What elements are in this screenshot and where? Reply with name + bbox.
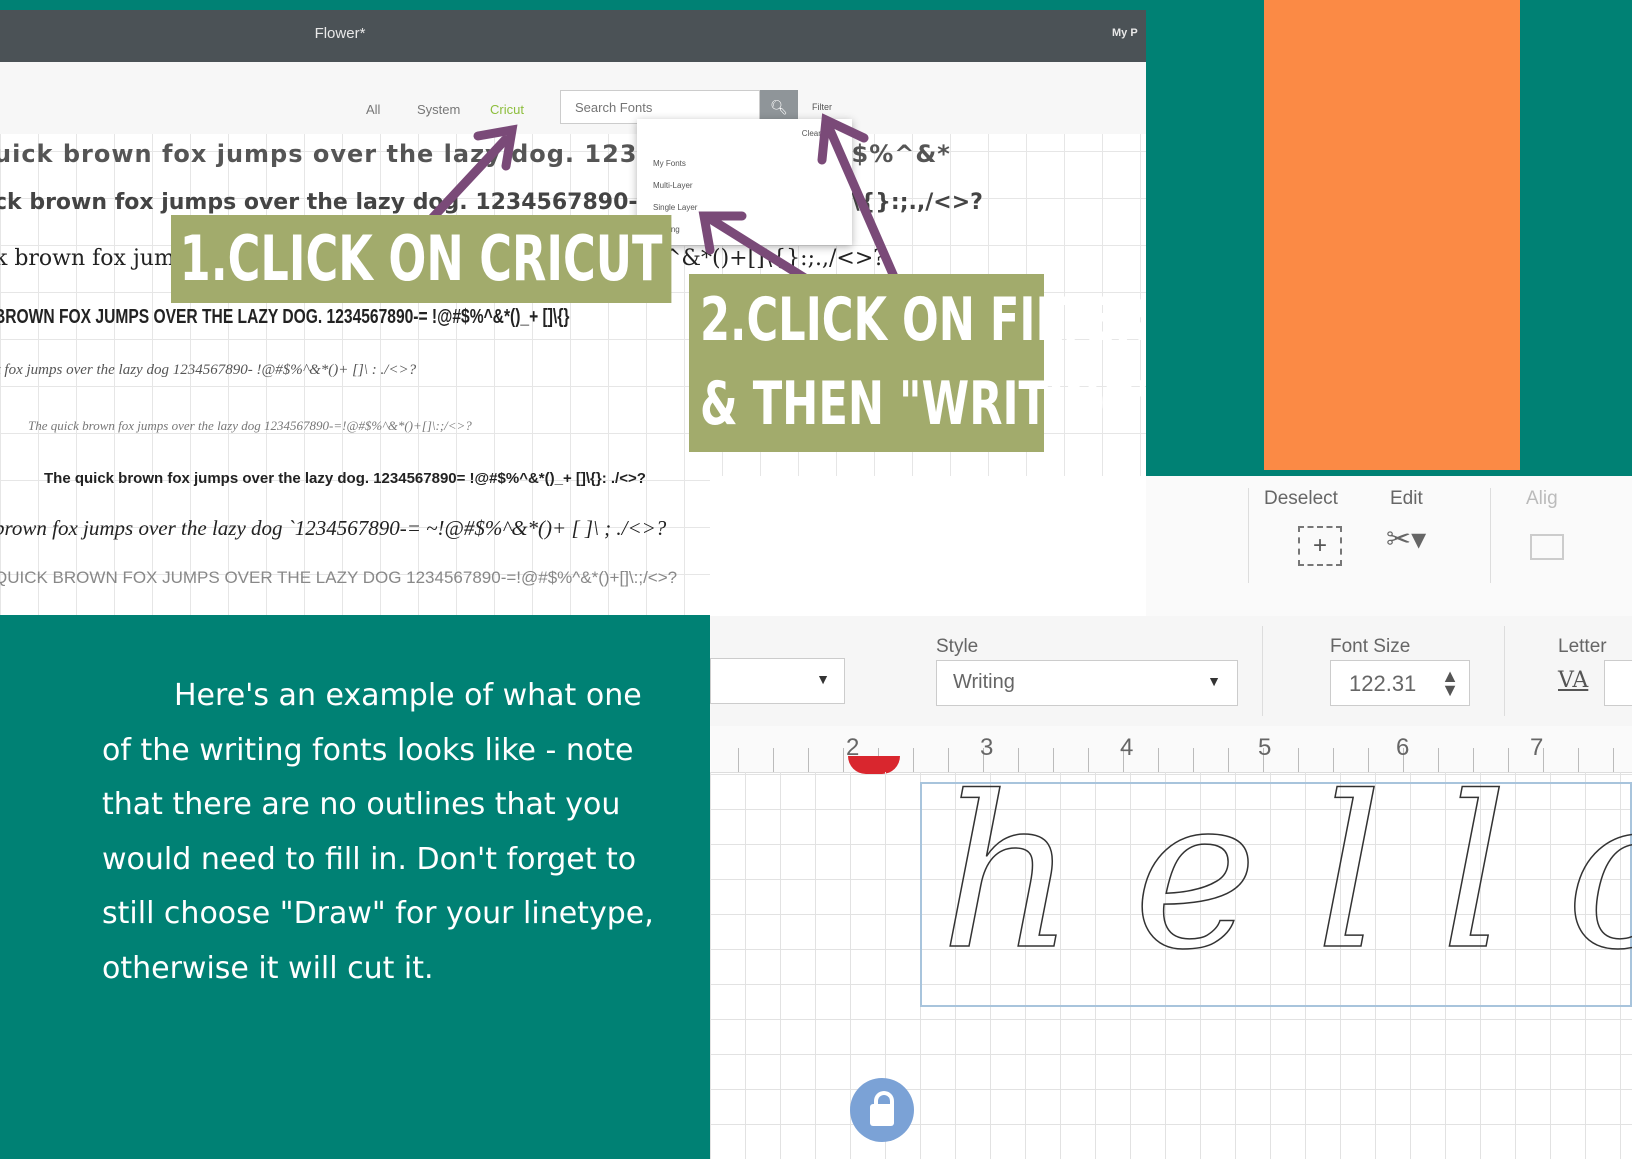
edit-label: Edit bbox=[1390, 488, 1423, 509]
arrow-to-writing bbox=[707, 215, 813, 285]
letter-space-label: Letter bbox=[1558, 636, 1607, 657]
toolbar: Deselect + Edit ✂▾ Alig bbox=[1146, 476, 1632, 616]
deselect-label: Deselect bbox=[1264, 488, 1338, 509]
font-select[interactable]: ▼ bbox=[710, 658, 845, 704]
arrow-to-filter bbox=[825, 125, 907, 300]
style-value: Writing bbox=[953, 671, 1015, 693]
lock-icon[interactable] bbox=[850, 1078, 914, 1142]
letter-space-icon: VA bbox=[1558, 668, 1589, 693]
edit-scissors-icon[interactable]: ✂▾ bbox=[1386, 522, 1426, 557]
font-size-label: Font Size bbox=[1330, 636, 1411, 657]
font-size-stepper[interactable]: 122.31 ▲ ▼ bbox=[1330, 660, 1470, 706]
deselect-button[interactable]: + bbox=[1298, 526, 1342, 566]
callout-step-2-line-2: & THEN "WRITING" bbox=[700, 369, 1146, 439]
style-label: Style bbox=[936, 636, 979, 657]
text-properties-bar: ▼ Style Writing ▼ Font Size 122.31 ▲ ▼ Le… bbox=[710, 616, 1632, 726]
font-size-value: 122.31 bbox=[1349, 671, 1417, 696]
callout-step-1: 1.CLICK ON CRICUT bbox=[171, 215, 672, 303]
align-icon[interactable] bbox=[1530, 534, 1564, 560]
align-label: Alig bbox=[1526, 488, 1558, 509]
body-text: Here's an example of what one of the wri… bbox=[102, 678, 654, 986]
letter-space-input[interactable] bbox=[1604, 660, 1632, 706]
canvas[interactable]: hello bbox=[710, 753, 1632, 1159]
style-select[interactable]: Writing ▼ bbox=[936, 660, 1238, 706]
design-space-screenshot: Deselect + Edit ✂▾ Alig ▼ Style Writing … bbox=[710, 476, 1632, 1159]
stepper-arrows-icon: ▲ ▼ bbox=[1441, 666, 1459, 700]
canvas-text[interactable]: hello bbox=[939, 753, 1632, 995]
callout-step-2-line-1: 2.CLICK ON FILTER bbox=[700, 285, 1146, 355]
orange-block bbox=[1264, 0, 1520, 470]
